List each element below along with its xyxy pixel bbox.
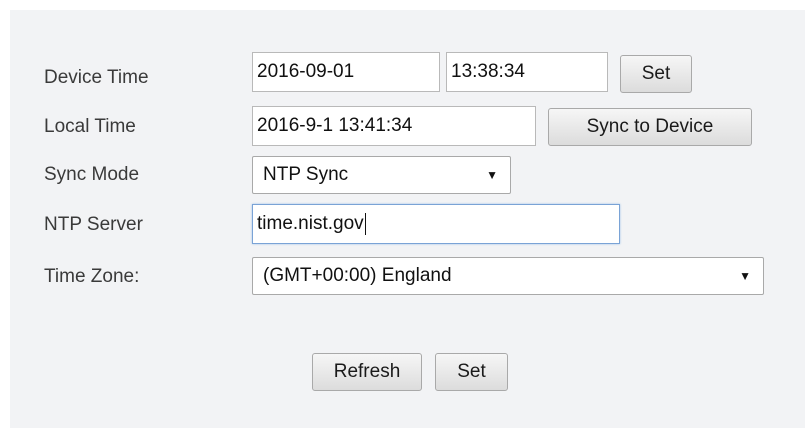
time-zone-label: Time Zone: bbox=[44, 266, 140, 287]
chevron-down-icon: ▼ bbox=[739, 269, 751, 283]
time-zone-select[interactable]: (GMT+00:00) England ▼ bbox=[252, 257, 764, 295]
sync-mode-label: Sync Mode bbox=[44, 164, 140, 185]
set-button[interactable]: Set bbox=[435, 353, 508, 391]
time-settings-panel: Device Time 2016-09-01 13:38:34 Set Loca… bbox=[10, 10, 805, 428]
sync-mode-value: NTP Sync bbox=[263, 164, 349, 185]
ntp-server-field[interactable]: time.nist.gov bbox=[252, 204, 620, 244]
sync-mode-select[interactable]: NTP Sync ▼ bbox=[252, 156, 511, 194]
refresh-button[interactable]: Refresh bbox=[312, 353, 422, 391]
device-time-field[interactable]: 13:38:34 bbox=[446, 52, 608, 92]
text-cursor bbox=[364, 212, 366, 235]
device-time-set-button[interactable]: Set bbox=[620, 55, 692, 93]
time-zone-value: (GMT+00:00) England bbox=[263, 265, 452, 286]
chevron-down-icon: ▼ bbox=[486, 168, 498, 182]
ntp-server-label: NTP Server bbox=[44, 214, 143, 235]
sync-to-device-button[interactable]: Sync to Device bbox=[548, 108, 752, 146]
local-time-field[interactable]: 2016-9-1 13:41:34 bbox=[252, 106, 536, 146]
device-time-label: Device Time bbox=[44, 67, 149, 88]
ntp-server-value: time.nist.gov bbox=[257, 213, 364, 234]
local-time-label: Local Time bbox=[44, 116, 136, 137]
device-date-field[interactable]: 2016-09-01 bbox=[252, 52, 440, 92]
